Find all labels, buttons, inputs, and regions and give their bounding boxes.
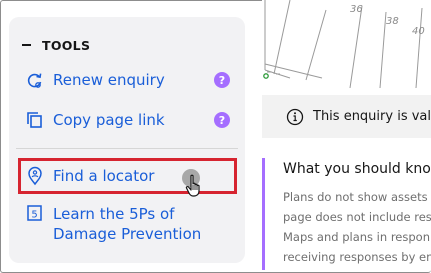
number-five-icon: 5 <box>27 205 42 221</box>
collapse-icon[interactable] <box>22 44 31 46</box>
hand-cursor-icon <box>185 174 200 197</box>
renew-icon <box>27 73 42 88</box>
lot-number-38: 38 <box>386 16 399 27</box>
learn-5ps-line2: Damage Prevention <box>53 225 202 243</box>
know-title: What you should know <box>283 161 431 177</box>
know-line: receiving responses by en <box>283 250 431 264</box>
what-you-should-know: What you should know Plans do not show a… <box>262 158 431 273</box>
know-line: page does not include res <box>283 210 431 224</box>
tools-title: TOOLS <box>42 37 91 53</box>
svg-text:5: 5 <box>31 210 37 221</box>
know-line: Plans do not show assets <box>283 190 428 204</box>
lot-number-36: 36 <box>350 4 363 15</box>
copy-help-icon[interactable]: ? <box>214 112 230 128</box>
map-view[interactable]: 36 38 40 <box>262 0 431 88</box>
learn-5ps-link[interactable]: 5 Learn the 5Ps of Damage Prevention <box>26 204 201 244</box>
renew-help-icon[interactable]: ? <box>214 72 230 88</box>
lot-number-40: 40 <box>412 26 425 37</box>
copy-icon <box>27 112 42 128</box>
info-icon <box>286 108 304 125</box>
learn-5ps-line1: Learn the 5Ps of <box>53 205 175 223</box>
validity-notice: This enquiry is valid <box>262 95 431 138</box>
map-marker[interactable] <box>263 73 269 79</box>
map-parcels: 36 38 40 <box>263 0 425 88</box>
renew-enquiry-link[interactable]: Renew enquiry <box>26 70 165 90</box>
notice-text: This enquiry is valid <box>313 109 431 124</box>
know-line: Maps and plans in respon <box>283 230 430 244</box>
tools-divider <box>16 148 238 149</box>
tools-header[interactable]: TOOLS <box>22 37 90 53</box>
copy-page-link-label: Copy page link <box>53 111 165 129</box>
accent-rule <box>262 158 265 270</box>
learn-5ps-label: Learn the 5Ps of Damage Prevention <box>53 204 201 244</box>
copy-page-link[interactable]: Copy page link <box>26 110 165 130</box>
renew-enquiry-label: Renew enquiry <box>53 71 165 89</box>
